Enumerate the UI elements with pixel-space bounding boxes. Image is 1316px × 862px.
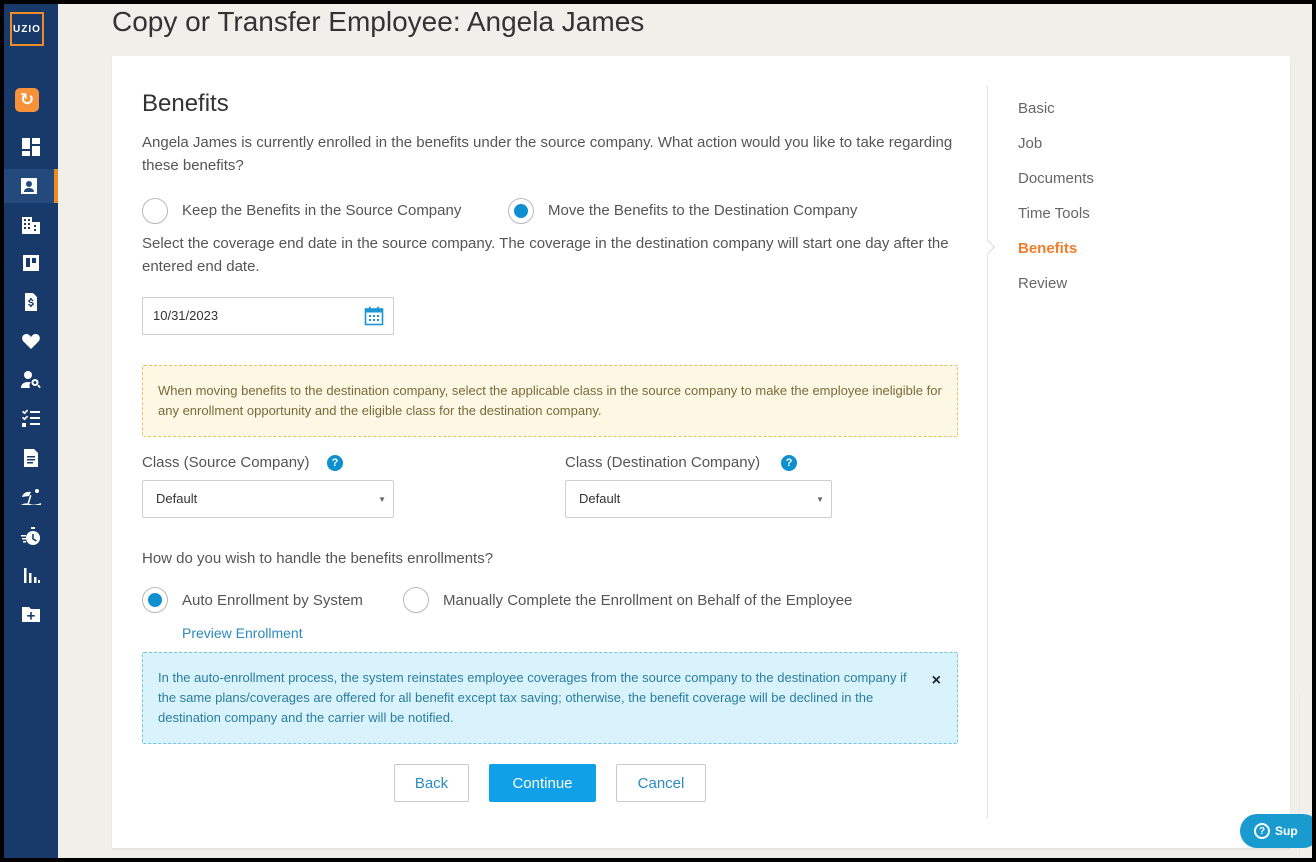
sync-icon[interactable]: ↻ — [15, 88, 39, 112]
section-heading: Benefits — [142, 90, 229, 117]
sidebar-item-time-tools[interactable] — [4, 519, 58, 553]
destination-class-select[interactable]: Default ▼ — [565, 480, 832, 518]
benefits-intro-text: Angela James is currently enrolled in th… — [142, 134, 953, 174]
calendar-icon[interactable] — [364, 306, 384, 326]
step-basic[interactable]: Basic — [1018, 100, 1055, 117]
reports-icon — [24, 568, 40, 583]
step-time-tools[interactable]: Time Tools — [1018, 205, 1090, 222]
sidebar-item-employees[interactable] — [4, 169, 58, 203]
auto-enrollment-note-text: In the auto-enrollment process, the syst… — [158, 670, 907, 725]
chevron-down-icon: ▼ — [378, 495, 386, 504]
preview-enrollment-link[interactable]: Preview Enrollment — [182, 625, 303, 641]
step-benefits[interactable]: Benefits — [1018, 240, 1077, 257]
manual-enrollment-label[interactable]: Manually Complete the Enrollment on Beha… — [443, 592, 852, 609]
destination-class-label: Class (Destination Company) — [565, 454, 761, 471]
page-title: Copy or Transfer Employee: Angela James — [112, 6, 645, 37]
document-icon — [24, 449, 38, 467]
manual-enrollment-radio[interactable] — [403, 587, 429, 613]
payroll-document-icon — [25, 293, 37, 311]
source-class-help-icon[interactable]: ? — [327, 455, 343, 471]
source-class-value: Default — [156, 491, 198, 506]
sidebar-item-benefits[interactable] — [4, 324, 58, 358]
coverage-end-date-value: 10/31/2023 — [153, 308, 219, 323]
main-card: Basic Job Documents Time Tools Benefits … — [112, 56, 1290, 848]
checklist-icon — [22, 409, 40, 427]
board-icon — [23, 255, 39, 271]
sidebar-item-documents[interactable] — [4, 441, 58, 475]
back-button[interactable]: Back — [394, 764, 469, 802]
support-button[interactable]: ? Sup — [1240, 814, 1312, 848]
move-benefits-label[interactable]: Move the Benefits to the Destination Com… — [548, 202, 857, 219]
sidebar-item-tasks[interactable] — [4, 402, 58, 436]
step-job[interactable]: Job — [1018, 135, 1042, 152]
auto-enrollment-note: In the auto-enrollment process, the syst… — [142, 652, 958, 744]
support-label: Sup — [1275, 824, 1298, 838]
move-benefits-radio[interactable] — [508, 198, 534, 224]
employee-icon — [21, 178, 37, 194]
steps-divider — [987, 86, 988, 818]
add-folder-icon — [22, 607, 40, 622]
sidebar-nav: UZIO ↻ — [4, 4, 58, 858]
sidebar-item-add-folder[interactable] — [4, 597, 58, 631]
app-frame: UZIO ↻ Copy or Transfer Employee: Angela… — [4, 4, 1312, 858]
coverage-date-instruction: Select the coverage end date in the sour… — [142, 235, 949, 275]
cancel-button[interactable]: Cancel — [616, 764, 706, 802]
enrollment-question: How do you wish to handle the benefits e… — [142, 550, 494, 567]
source-class-label: Class (Source Company) — [142, 454, 310, 471]
user-search-icon — [21, 371, 41, 389]
keep-benefits-label[interactable]: Keep the Benefits in the Source Company — [182, 202, 461, 219]
beach-icon — [21, 489, 41, 505]
sidebar-item-reports[interactable] — [4, 558, 58, 592]
continue-button[interactable]: Continue — [489, 764, 596, 802]
step-documents[interactable]: Documents — [1018, 170, 1094, 187]
sidebar-item-dashboard[interactable] — [4, 130, 58, 164]
sidebar-item-company[interactable] — [4, 208, 58, 242]
destination-class-value: Default — [579, 491, 621, 506]
close-icon[interactable]: × — [932, 671, 941, 691]
auto-enrollment-label[interactable]: Auto Enrollment by System — [182, 592, 363, 609]
destination-class-help-icon[interactable]: ? — [781, 455, 797, 471]
company-building-icon — [22, 217, 40, 234]
keep-benefits-radio[interactable] — [142, 198, 168, 224]
help-circle-icon: ? — [1254, 823, 1270, 839]
sidebar-item-recruiting[interactable] — [4, 363, 58, 397]
source-class-select[interactable]: Default ▼ — [142, 480, 394, 518]
heart-icon — [22, 334, 40, 349]
sidebar-item-board[interactable] — [4, 246, 58, 280]
class-selection-note: When moving benefits to the destination … — [142, 365, 958, 437]
sidebar-item-time-off[interactable] — [4, 480, 58, 514]
coverage-end-date-input[interactable]: 10/31/2023 — [142, 297, 394, 335]
dashboard-icon — [22, 138, 40, 156]
step-review[interactable]: Review — [1018, 275, 1067, 292]
chevron-down-icon: ▼ — [816, 495, 824, 504]
auto-enrollment-radio[interactable] — [142, 587, 168, 613]
timer-icon — [21, 527, 40, 545]
current-step-indicator — [980, 239, 996, 255]
sidebar-item-payroll[interactable] — [4, 285, 58, 319]
uzio-logo[interactable]: UZIO — [10, 12, 44, 46]
